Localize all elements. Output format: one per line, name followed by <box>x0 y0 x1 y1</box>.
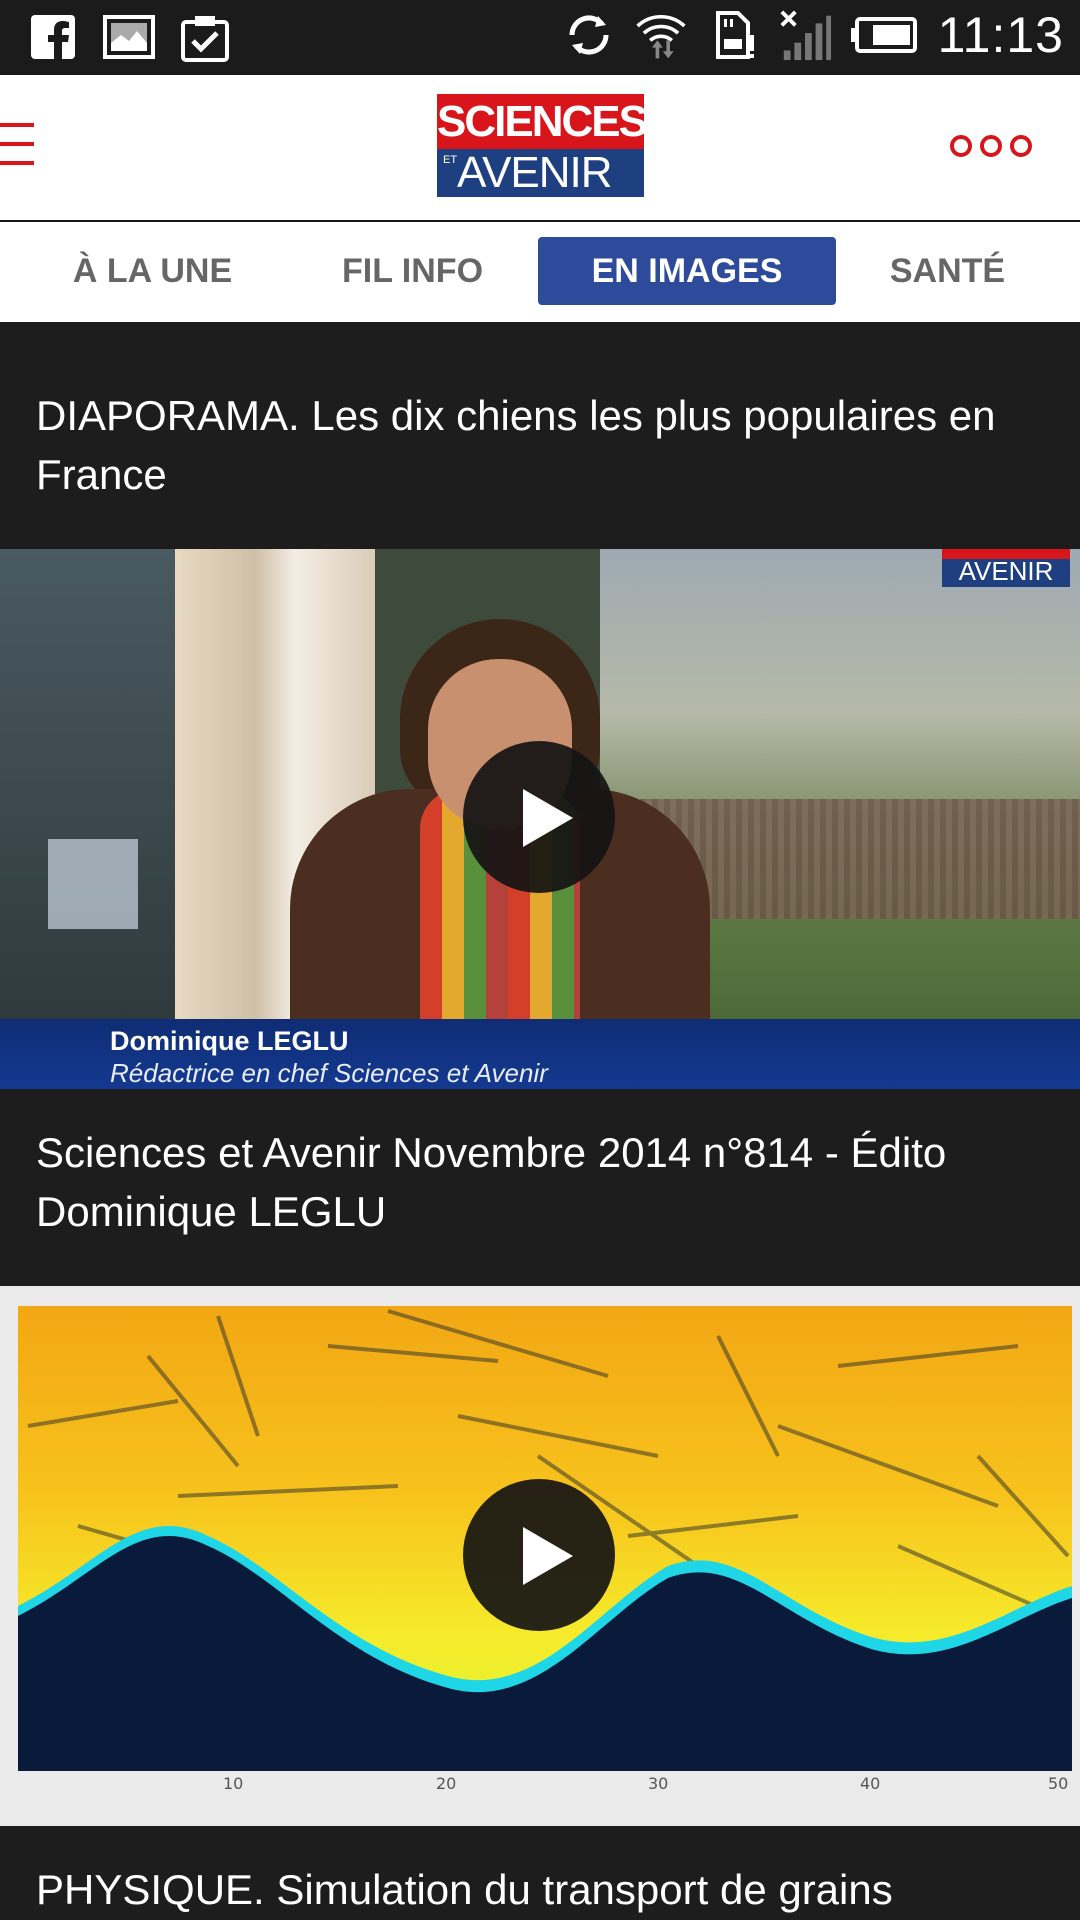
signal-off-icon <box>778 8 832 62</box>
video-thumbnail[interactable]: AVENIR Dominique LEGLU Rédactrice en che… <box>0 549 1080 1089</box>
plot-x-axis: 10 20 30 40 50 <box>18 1774 1072 1804</box>
lower-third-name: Dominique LEGLU <box>110 1026 349 1056</box>
axis-tick-label: 20 <box>436 1774 457 1793</box>
clipboard-check-icon <box>178 10 232 64</box>
tab-sante[interactable]: SANTÉ <box>855 237 1040 305</box>
watermark-logo: AVENIR <box>942 549 1070 587</box>
wifi-icon <box>634 8 688 62</box>
lower-third-role: Rédactrice en chef Sciences et Avenir <box>110 1058 548 1088</box>
tab-en-images[interactable]: EN IMAGES <box>538 237 836 305</box>
axis-tick-label: 40 <box>860 1774 881 1793</box>
sync-icon <box>562 8 616 62</box>
hamburger-menu-icon[interactable] <box>0 123 40 173</box>
play-button-icon[interactable] <box>463 1479 615 1631</box>
logo-et-text: ET <box>443 154 458 166</box>
axis-tick-label: 10 <box>223 1774 244 1793</box>
gallery-icon <box>102 10 156 64</box>
sd-card-alert-icon <box>706 8 760 62</box>
axis-tick-label: 50 <box>1048 1774 1069 1793</box>
sciences-et-avenir-logo[interactable]: SCIENCES ET AVENIR <box>437 94 648 197</box>
tab-fil-info[interactable]: FIL INFO <box>300 237 525 305</box>
facebook-icon <box>26 10 80 64</box>
app-header: SCIENCES ET AVENIR <box>0 75 1080 220</box>
status-bar: 11:13 <box>0 0 1080 75</box>
video-title[interactable]: PHYSIQUE. Simulation du transport de gra… <box>36 1860 1046 1919</box>
video-title[interactable]: Sciences et Avenir Novembre 2014 n°814 -… <box>36 1123 1046 1241</box>
play-button-icon[interactable] <box>463 741 615 893</box>
battery-icon <box>850 8 920 62</box>
more-options-icon[interactable] <box>950 135 1032 157</box>
logo-top-text: SCIENCES <box>437 94 648 149</box>
article-title[interactable]: DIAPORAMA. Les dix chiens les plus popul… <box>36 386 1046 504</box>
clock-time: 11:13 <box>937 7 1064 63</box>
section-tabs: À LA UNE FIL INFO EN IMAGES SANTÉ <box>0 222 1080 322</box>
axis-tick-label: 30 <box>648 1774 669 1793</box>
tab-a-la-une[interactable]: À LA UNE <box>40 237 265 305</box>
logo-bottom-text: AVENIR <box>457 148 613 197</box>
video-thumbnail[interactable]: 10 20 30 40 50 <box>0 1286 1080 1826</box>
